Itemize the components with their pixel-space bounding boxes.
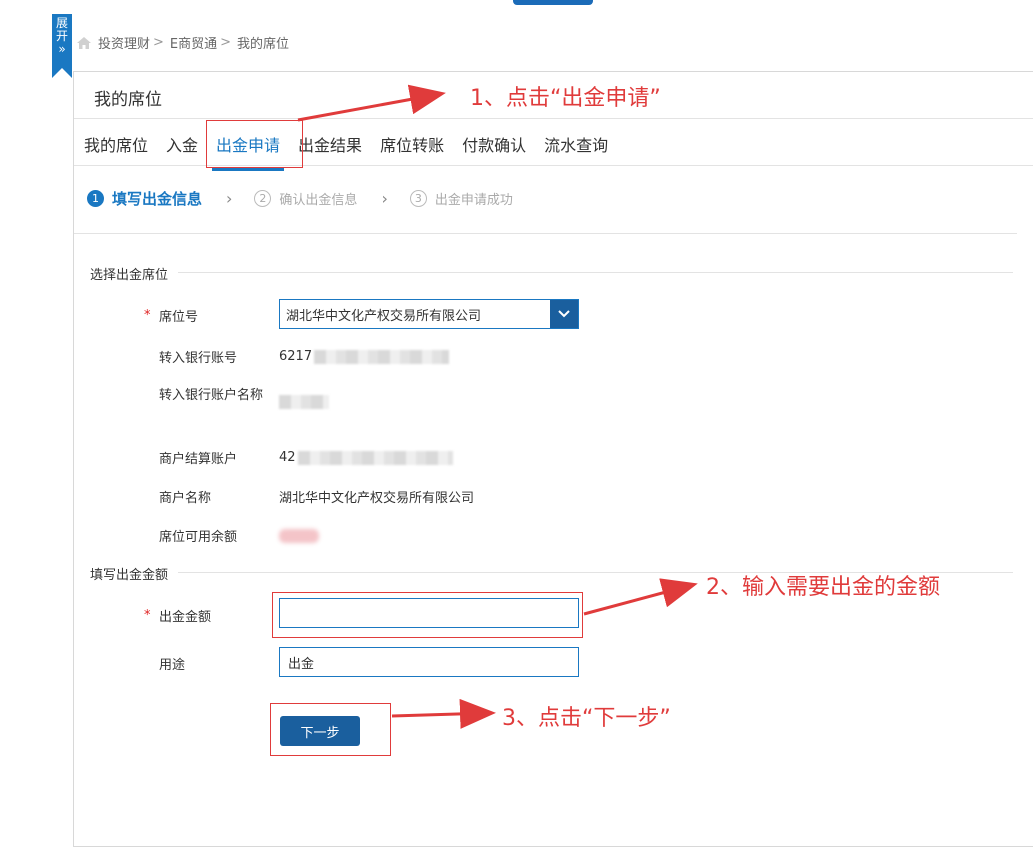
double-chevron-right-icon: » [58, 42, 66, 56]
seat-select-value: 湖北华中文化产权交易所有限公司 [286, 308, 482, 324]
sidebar-expand-toggle[interactable]: 展 开 » [52, 14, 72, 78]
chevron-right-icon: › [226, 189, 233, 208]
section-divider [178, 272, 1013, 273]
breadcrumb-item-e-trade[interactable]: E商贸通 [170, 33, 217, 52]
step-indicator: 1 填写出金信息 › 2 确认出金信息 › 3 出金申请成功 [87, 188, 513, 209]
redacted-bank-account [314, 349, 450, 364]
section-title-amount: 填写出金金额 [90, 568, 169, 583]
merchant-account-row: 商户结算账户 42 [144, 448, 453, 467]
seat-select[interactable]: 湖北华中文化产权交易所有限公司 [279, 299, 579, 329]
page-title: 我的席位 [94, 90, 162, 110]
required-mark: * [144, 608, 151, 623]
tab-payment-confirm[interactable]: 付款确认 [462, 132, 526, 164]
home-icon[interactable] [76, 35, 92, 51]
balance-row: 席位可用余额 [144, 526, 319, 545]
tab-withdraw-result[interactable]: 出金结果 [298, 132, 362, 164]
merchant-name-label: 商户名称 [159, 491, 212, 506]
divider [74, 233, 1017, 234]
step-label: 填写出金信息 [112, 190, 203, 208]
bank-account-name-row: 转入银行账户名称 [144, 386, 329, 409]
merchant-name-row: 商户名称 湖北华中文化产权交易所有限公司 [144, 487, 474, 506]
amount-row: * 出金金额 [144, 606, 279, 625]
section-title-seat: 选择出金席位 [90, 268, 169, 283]
bank-account-row: 转入银行账号 6217 [144, 347, 450, 366]
bank-account-value: 6217 [279, 349, 313, 364]
tab-bar: 我的席位 入金 出金申请 出金结果 席位转账 付款确认 流水查询 [84, 132, 626, 171]
bank-account-name-label: 转入银行账户名称 [159, 388, 264, 403]
withdraw-amount-input[interactable] [279, 598, 579, 628]
step-label: 确认出金信息 [279, 193, 358, 208]
redacted-account-name [279, 395, 329, 409]
step-2: 2 确认出金信息 [254, 189, 357, 208]
annotation-text-3: 3、点击“下一步” [502, 706, 671, 731]
purpose-row: 用途 [144, 654, 279, 673]
tab-transaction-query[interactable]: 流水查询 [544, 132, 608, 164]
breadcrumb-item-invest[interactable]: 投资理财 [98, 33, 150, 52]
annotation-text-2: 2、输入需要出金的金额 [706, 575, 940, 600]
breadcrumb-separator: > [153, 35, 164, 50]
tab-my-seat[interactable]: 我的席位 [84, 132, 148, 164]
seat-label: 席位号 [159, 310, 199, 325]
seat-row: * 席位号 [144, 306, 279, 325]
step-label: 出金申请成功 [434, 193, 513, 208]
balance-label: 席位可用余额 [159, 530, 238, 545]
annotation-text-1: 1、点击“出金申请” [470, 86, 661, 111]
step-3: 3 出金申请成功 [409, 189, 513, 208]
top-bar-stub[interactable] [513, 0, 593, 5]
tab-seat-transfer[interactable]: 席位转账 [380, 132, 444, 164]
redacted-merchant-account [297, 450, 453, 465]
purpose-input[interactable] [279, 647, 579, 677]
redacted-balance [279, 528, 319, 543]
divider [74, 118, 1033, 119]
divider [74, 165, 1033, 166]
bank-account-label: 转入银行账号 [159, 351, 238, 366]
step-1: 1 填写出金信息 [87, 188, 202, 209]
breadcrumb-separator: > [220, 35, 232, 50]
merchant-account-label: 商户结算账户 [159, 452, 238, 467]
required-mark: * [144, 308, 151, 323]
tab-withdraw-apply[interactable]: 出金申请 [212, 132, 285, 171]
amount-label: 出金金额 [159, 610, 212, 625]
chevron-right-icon: › [381, 189, 388, 208]
breadcrumb-item-my-seat: 我的席位 [237, 37, 290, 52]
step-number: 3 [409, 190, 427, 207]
merchant-account-value: 42 [279, 450, 296, 465]
next-step-button[interactable]: 下一步 [280, 716, 360, 746]
step-number: 1 [87, 190, 104, 207]
merchant-name-value: 湖北华中文化产权交易所有限公司 [279, 491, 475, 506]
purpose-label: 用途 [159, 658, 186, 673]
breadcrumb: 投资理财 > E商贸通 > 我的席位 [76, 33, 289, 52]
step-number: 2 [254, 190, 272, 207]
tab-deposit[interactable]: 入金 [166, 132, 198, 164]
chevron-down-icon[interactable] [550, 300, 578, 328]
